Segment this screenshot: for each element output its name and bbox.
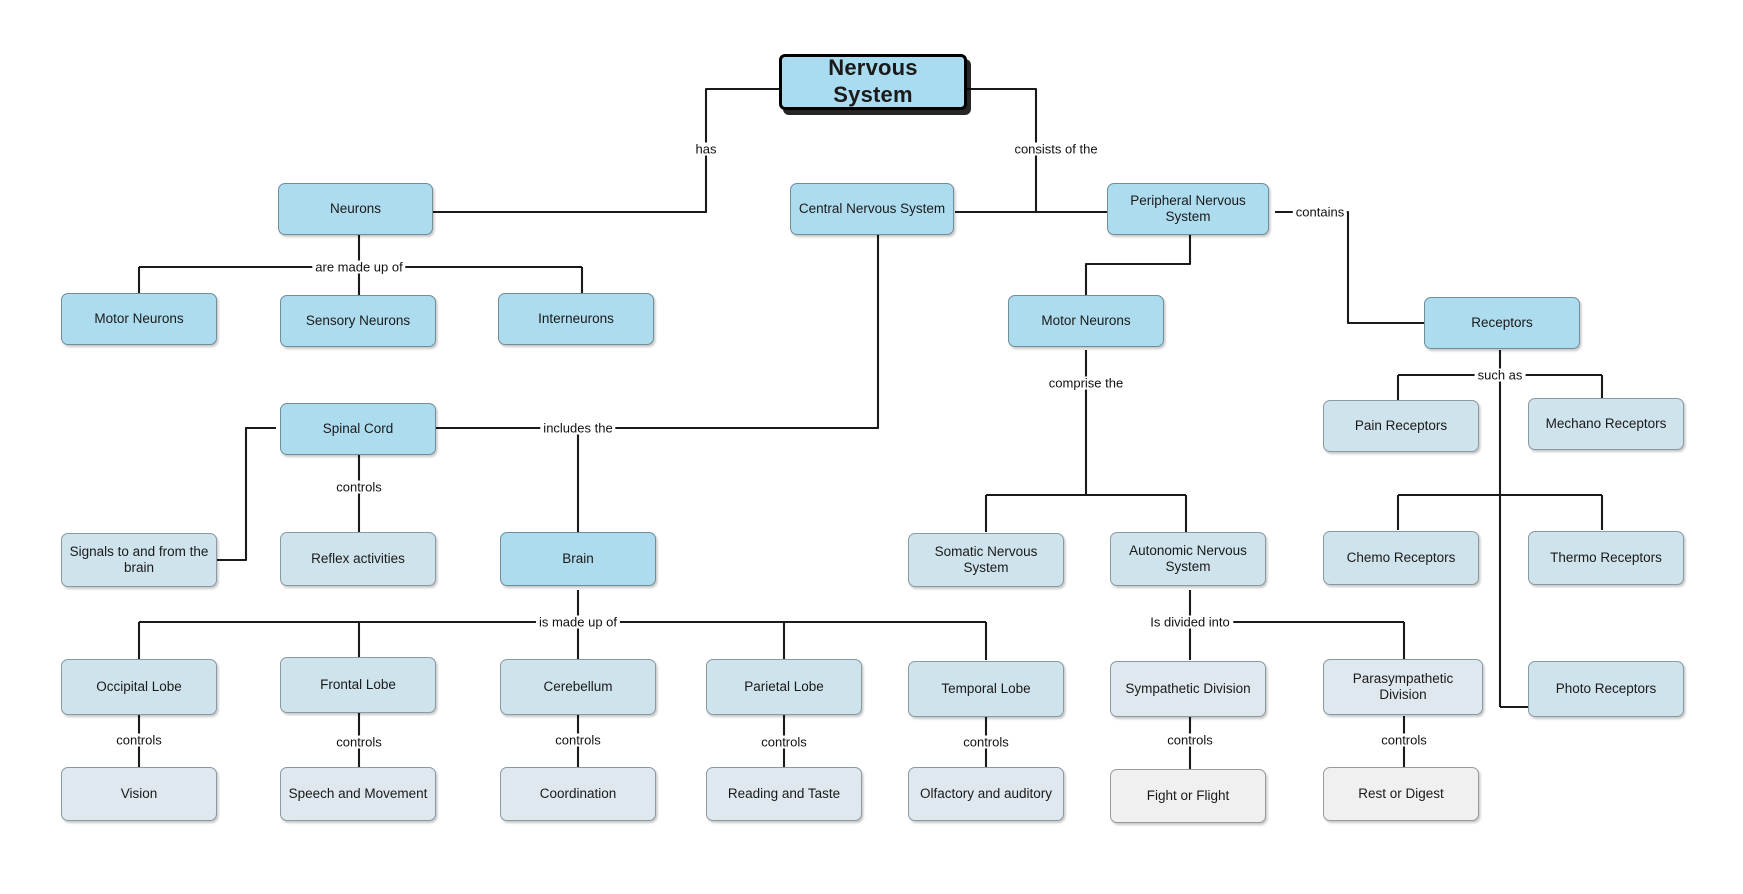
node-label: Parasympathetic Division — [1352, 670, 1454, 702]
node-label: Brain — [562, 550, 594, 566]
node-vision[interactable]: Vision — [61, 767, 217, 821]
node-label: Olfactory and auditory — [919, 785, 1053, 801]
edge-label-controls-parasympathetic: controls — [1378, 733, 1430, 747]
edge-label-comprise-the: comprise the — [1045, 376, 1127, 390]
node-label: Motor Neurons — [94, 310, 184, 326]
node-label: Autonomic Nervous System — [1129, 542, 1247, 574]
edge-label-controls-spinal-cord: controls — [333, 480, 385, 494]
node-olfactory-and-auditory[interactable]: Olfactory and auditory — [908, 767, 1064, 821]
node-label: Frontal Lobe — [320, 676, 396, 692]
edge-label-controls-temporal: controls — [960, 735, 1012, 749]
node-label: Coordination — [539, 785, 617, 801]
node-autonomic-nervous-system[interactable]: Autonomic Nervous System — [1110, 532, 1266, 586]
node-central-nervous-system[interactable]: Central Nervous System — [790, 183, 954, 235]
node-label: Mechano Receptors — [1545, 415, 1667, 431]
node-mechano-receptors[interactable]: Mechano Receptors — [1528, 398, 1684, 450]
node-pain-receptors[interactable]: Pain Receptors — [1323, 400, 1479, 452]
node-neurons[interactable]: Neurons — [278, 183, 433, 235]
node-label: Parietal Lobe — [744, 678, 824, 694]
node-label: Pain Receptors — [1354, 417, 1448, 433]
node-label: Receptors — [1471, 314, 1533, 330]
node-speech-and-movement[interactable]: Speech and Movement — [280, 767, 436, 821]
node-nervous-system[interactable]: Nervous System — [779, 54, 967, 110]
edge-label-includes-the: includes the — [540, 421, 616, 435]
node-label: Reading and Taste — [727, 785, 841, 801]
node-label: Speech and Movement — [288, 785, 428, 801]
node-occipital-lobe[interactable]: Occipital Lobe — [61, 659, 217, 715]
node-motor-neurons-a[interactable]: Motor Neurons — [61, 293, 217, 345]
node-interneurons[interactable]: Interneurons — [498, 293, 654, 345]
node-label: Signals to and from the brain — [69, 543, 209, 575]
node-parietal-lobe[interactable]: Parietal Lobe — [706, 659, 862, 715]
node-label: Spinal Cord — [322, 420, 394, 436]
node-frontal-lobe[interactable]: Frontal Lobe — [280, 657, 436, 713]
edge-label-controls-occipital: controls — [113, 733, 165, 747]
node-chemo-receptors[interactable]: Chemo Receptors — [1323, 531, 1479, 585]
edge-label-controls-parietal: controls — [758, 735, 810, 749]
node-sensory-neurons[interactable]: Sensory Neurons — [280, 295, 436, 347]
node-reading-and-taste[interactable]: Reading and Taste — [706, 767, 862, 821]
node-receptors[interactable]: Receptors — [1424, 297, 1580, 349]
edge-label-are-made-up-of: are made up of — [312, 260, 406, 274]
edge-label-has: has — [692, 142, 720, 156]
node-label: Nervous System — [828, 55, 918, 107]
edge-label-controls-sympathetic: controls — [1164, 733, 1216, 747]
edge-pns-motorneurons — [1084, 231, 1192, 297]
node-label: Vision — [120, 785, 158, 801]
edge-label-consists-of-the: consists of the — [1011, 142, 1101, 156]
edge-receptors-bus-2 — [1396, 493, 1604, 530]
node-label: Sympathetic Division — [1125, 680, 1251, 696]
node-photo-receptors[interactable]: Photo Receptors — [1528, 661, 1684, 717]
edge-label-controls-cerebellum: controls — [552, 733, 604, 747]
edge-label-such-as: such as — [1474, 368, 1526, 382]
node-brain[interactable]: Brain — [500, 532, 656, 586]
concept-map-canvas: Nervous System Neurons Central Nervous S… — [0, 0, 1743, 894]
node-label: Sensory Neurons — [305, 312, 411, 328]
node-spinal-cord[interactable]: Spinal Cord — [280, 403, 436, 455]
edge-spinalcord-signals — [216, 426, 276, 562]
node-temporal-lobe[interactable]: Temporal Lobe — [908, 661, 1064, 717]
node-label: Chemo Receptors — [1346, 549, 1456, 565]
edge-label-is-divided-into: Is divided into — [1147, 615, 1233, 629]
node-label: Temporal Lobe — [941, 680, 1031, 696]
node-label: Motor Neurons — [1041, 312, 1131, 328]
edge-pns-receptors — [1275, 210, 1428, 325]
edge-motorneurons-bus — [984, 493, 1188, 532]
node-label: Interneurons — [538, 310, 614, 326]
node-label: Cerebellum — [543, 678, 613, 694]
edge-nervoussystem-neurons — [428, 87, 778, 214]
node-sympathetic-division[interactable]: Sympathetic Division — [1110, 661, 1266, 717]
node-somatic-nervous-system[interactable]: Somatic Nervous System — [908, 533, 1064, 587]
node-label: Neurons — [329, 200, 382, 216]
node-label: Photo Receptors — [1555, 680, 1657, 696]
node-reflex-activities[interactable]: Reflex activities — [280, 532, 436, 586]
node-fight-or-flight[interactable]: Fight or Flight — [1110, 769, 1266, 823]
node-coordination[interactable]: Coordination — [500, 767, 656, 821]
node-signals-to-and-from-the-brain[interactable]: Signals to and from the brain — [61, 533, 217, 587]
node-label: Fight or Flight — [1146, 787, 1230, 803]
edge-label-contains: contains — [1292, 205, 1348, 219]
node-thermo-receptors[interactable]: Thermo Receptors — [1528, 531, 1684, 585]
node-label: Somatic Nervous System — [934, 543, 1038, 575]
edge-label-controls-frontal: controls — [333, 735, 385, 749]
node-label: Reflex activities — [311, 550, 405, 566]
node-label: Rest or Digest — [1358, 785, 1444, 801]
node-label: Occipital Lobe — [96, 678, 182, 694]
edge-label-is-made-up-of: is made up of — [535, 615, 621, 629]
node-cerebellum[interactable]: Cerebellum — [500, 659, 656, 715]
node-parasympathetic-division[interactable]: Parasympathetic Division — [1323, 659, 1483, 715]
node-label: Peripheral Nervous System — [1130, 192, 1246, 224]
node-motor-neurons-b[interactable]: Motor Neurons — [1008, 295, 1164, 347]
node-rest-or-digest[interactable]: Rest or Digest — [1323, 767, 1479, 821]
node-label: Thermo Receptors — [1550, 549, 1662, 565]
node-label: Central Nervous System — [798, 200, 946, 216]
edge-layer — [137, 87, 1604, 770]
node-peripheral-nervous-system[interactable]: Peripheral Nervous System — [1107, 183, 1269, 235]
